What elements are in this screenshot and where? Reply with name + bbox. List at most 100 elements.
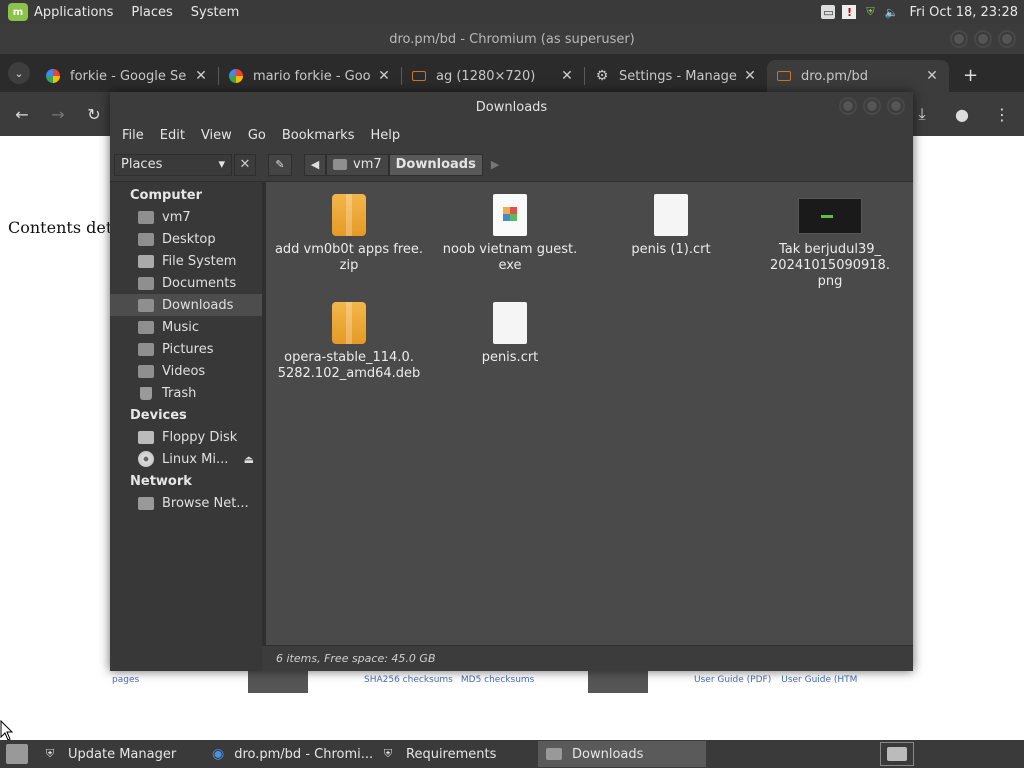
back-arrow-icon[interactable]: ←: [4, 96, 40, 132]
sidebar-item-linux-mint-disc[interactable]: Linux Mi... ⏏: [110, 448, 262, 470]
tab-strip: ⌄ forkie - Google Se ✕ mario forkie - Go…: [0, 54, 1024, 92]
close-tab-icon[interactable]: ✕: [743, 68, 757, 84]
close-tab-icon[interactable]: ✕: [377, 68, 391, 84]
menu-edit[interactable]: Edit: [152, 128, 193, 143]
profile-icon[interactable]: ●: [944, 96, 980, 132]
taskbar-item-chromium[interactable]: ◉ dro.pm/bd - Chromi...: [204, 741, 373, 767]
clock[interactable]: Fri Oct 18, 23:28: [909, 5, 1018, 20]
breadcrumb-left-arrow-icon[interactable]: ◀: [304, 153, 326, 176]
sidebar-item-trash[interactable]: Trash: [110, 382, 262, 404]
sidebar-item-floppy-disk[interactable]: Floppy Disk: [110, 426, 262, 448]
close-sidebar-icon[interactable]: ✕: [234, 153, 256, 176]
taskbar-item-requirements[interactable]: ⛨ Requirements: [372, 741, 538, 767]
sidebar-item-browse-network[interactable]: Browse Net...: [110, 492, 262, 514]
breadcrumb-downloads[interactable]: Downloads: [388, 153, 483, 176]
menu-view[interactable]: View: [193, 128, 240, 143]
network-manager-icon[interactable]: ▭: [821, 5, 836, 19]
file-manager-title: Downloads: [475, 99, 548, 115]
breadcrumb-label: vm7: [353, 157, 382, 172]
sidebar-item-music[interactable]: Music: [110, 316, 262, 338]
menu-go[interactable]: Go: [240, 128, 274, 143]
tab-dro-pm[interactable]: dro.pm/bd ✕: [767, 60, 949, 92]
archive-file-icon: [332, 302, 366, 344]
sha256-checksums-link[interactable]: SHA256 checksums: [364, 675, 453, 685]
chromium-titlebar[interactable]: dro.pm/bd - Chromium (as superuser): [0, 24, 1024, 54]
taskbar-item-downloads[interactable]: Downloads: [538, 741, 706, 767]
sidebar-item-vm7[interactable]: vm7: [110, 206, 262, 228]
minimize-button[interactable]: [950, 30, 968, 48]
tab-ag[interactable]: ag (1280×720) ✕: [402, 60, 584, 92]
sidebar-item-label: Desktop: [162, 231, 216, 247]
sidebar-item-file-system[interactable]: File System: [110, 250, 262, 272]
close-tab-icon[interactable]: ✕: [560, 68, 574, 84]
menu-help[interactable]: Help: [362, 128, 408, 143]
show-desktop-icon[interactable]: [6, 744, 28, 764]
close-button[interactable]: [887, 97, 905, 115]
breadcrumb-vm7[interactable]: vm7: [326, 153, 389, 176]
file-item[interactable]: penis (1).crt: [596, 194, 746, 258]
maximize-button[interactable]: [974, 30, 992, 48]
file-item[interactable]: noob vietnam guest. exe: [435, 194, 585, 274]
file-item[interactable]: Tak berjudul39_ 20241015090918. png: [755, 194, 905, 290]
taskbar: ⛨ Update Manager ◉ dro.pm/bd - Chromi...…: [0, 740, 1024, 768]
file-item[interactable]: opera-stable_114.0. 5282.102_amd64.deb: [274, 302, 424, 382]
folder-icon: [138, 320, 154, 334]
eject-icon[interactable]: ⏏: [244, 453, 254, 466]
executable-file-icon: [493, 194, 527, 236]
document-file-icon: [654, 194, 688, 236]
tab-label: dro.pm/bd: [801, 68, 868, 84]
file-manager-titlebar[interactable]: Downloads: [110, 92, 913, 122]
file-item[interactable]: penis.crt: [435, 302, 585, 366]
edit-location-icon[interactable]: ✎: [268, 153, 292, 176]
tab-forkie[interactable]: forkie - Google Se ✕: [36, 60, 218, 92]
system-tray: ▭ ! ⛨ 🔈 Fri Oct 18, 23:28: [821, 5, 1018, 20]
folder-icon: [138, 276, 154, 290]
file-item[interactable]: add vm0b0t apps free. zip: [274, 194, 424, 274]
applications-menu[interactable]: Applications: [34, 5, 113, 20]
mint-menu-icon[interactable]: m: [8, 3, 28, 21]
shield-icon[interactable]: ⛨: [863, 5, 877, 19]
volume-icon[interactable]: 🔈: [884, 5, 899, 19]
minimize-button[interactable]: [839, 97, 857, 115]
folder-icon: [138, 342, 154, 356]
image-thumbnail-icon: [798, 198, 862, 234]
menu-bookmarks[interactable]: Bookmarks: [274, 128, 363, 143]
sidebar-item-desktop[interactable]: Desktop: [110, 228, 262, 250]
close-tab-icon[interactable]: ✕: [925, 68, 939, 84]
close-tab-icon[interactable]: ✕: [194, 68, 208, 84]
folder-icon: [138, 232, 154, 246]
system-menu[interactable]: System: [191, 5, 239, 20]
file-system-icon: [138, 254, 154, 268]
forward-arrow-icon[interactable]: →: [40, 96, 76, 132]
update-warning-icon[interactable]: !: [842, 5, 857, 19]
sidebar-item-videos[interactable]: Videos: [110, 360, 262, 382]
tab-search-chevron-icon[interactable]: ⌄: [8, 62, 30, 84]
sidebar-item-label: Videos: [162, 363, 206, 379]
file-icon-view[interactable]: add vm0b0t apps free. zip noob vietnam g…: [266, 182, 913, 671]
md5-checksums-link[interactable]: MD5 checksums: [461, 675, 534, 685]
sidebar-item-pictures[interactable]: Pictures: [110, 338, 262, 360]
breadcrumb-label: Downloads: [395, 157, 476, 172]
new-tab-button[interactable]: +: [963, 65, 978, 86]
menu-file[interactable]: File: [114, 128, 152, 143]
places-menu[interactable]: Places: [131, 5, 172, 20]
sidebar-item-label: Documents: [162, 275, 237, 291]
maximize-button[interactable]: [863, 97, 881, 115]
user-guide-pdf-link[interactable]: User Guide (PDF): [694, 675, 771, 685]
close-button[interactable]: [998, 30, 1016, 48]
sidebar-item-downloads[interactable]: Downloads: [110, 294, 262, 316]
menu-kebab-icon[interactable]: ⋮: [984, 96, 1020, 132]
taskbar-item-update-manager[interactable]: ⛨ Update Manager: [34, 741, 204, 767]
tab-mario-forkie[interactable]: mario forkie - Goo ✕: [219, 60, 401, 92]
gear-icon: ⚙: [595, 68, 609, 84]
home-folder-icon: [333, 159, 347, 170]
tab-settings[interactable]: ⚙ Settings - Manage ✕: [585, 60, 767, 92]
breadcrumb-right-arrow-icon[interactable]: ▶: [491, 158, 499, 171]
folder-icon: [138, 364, 154, 378]
file-name: opera-stable_114.0. 5282.102_amd64.deb: [277, 350, 421, 381]
reload-icon[interactable]: ↻: [76, 96, 112, 132]
sidebar-item-documents[interactable]: Documents: [110, 272, 262, 294]
user-guide-html-link[interactable]: User Guide (HTM: [781, 675, 857, 685]
workspace-switcher[interactable]: [880, 742, 914, 766]
places-dropdown[interactable]: Places ▾: [114, 153, 232, 176]
